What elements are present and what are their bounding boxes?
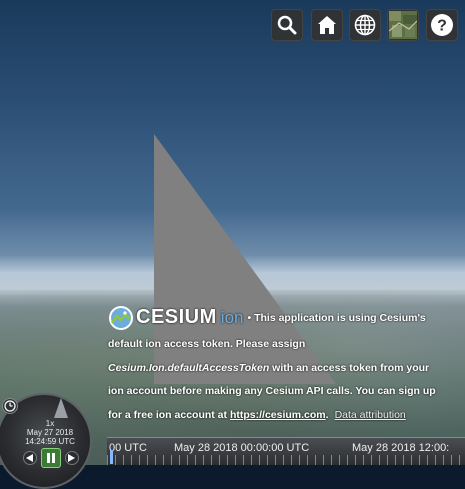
- access-token-name: Cesium.Ion.defaultAccessToken: [108, 361, 270, 374]
- credit-line-2: default ion access token. Please assign: [108, 338, 306, 350]
- credit-line-4: ion account before making any Cesium API…: [108, 385, 436, 397]
- credit-line-3-rest: with an access token from your: [269, 361, 430, 374]
- timeline-ticks: [107, 455, 465, 465]
- shuttle-ring-pointer[interactable]: [54, 398, 68, 418]
- credit-line-1: • This application is using Cesium's: [247, 311, 426, 324]
- credit-container: CESIUM ion • This application is using Ce…: [108, 303, 460, 427]
- pause-button[interactable]: [41, 448, 61, 468]
- cesium-logo-icon: [109, 306, 133, 330]
- timeline-labels: 00 UTC May 28 2018 00:00:00 UTC May 28 2…: [107, 442, 465, 456]
- timeline-label: May 28 2018 00:00:00 UTC: [174, 442, 310, 454]
- animation-readout: 1x May 27 2018 14:24:59 UTC: [10, 419, 90, 446]
- help-button[interactable]: ?: [426, 9, 458, 41]
- data-attribution-link[interactable]: Data attribution: [335, 409, 406, 421]
- base-layer-picker-button[interactable]: [387, 9, 419, 41]
- animation-time: 14:24:59 UTC: [25, 437, 75, 446]
- credit-line-5-pre: for a free ion account at: [108, 408, 230, 421]
- globe-icon: [354, 14, 376, 36]
- pause-icon: [47, 453, 55, 463]
- cesium-wordmark: CESIUM: [136, 306, 217, 329]
- timeline-label: 00 UTC: [109, 442, 147, 454]
- play-reverse-button[interactable]: [23, 451, 37, 465]
- search-icon: [277, 15, 297, 35]
- ion-wordmark: ion: [220, 308, 244, 328]
- clock-icon: [4, 400, 16, 412]
- home-button[interactable]: [311, 9, 343, 41]
- play-reverse-icon: [26, 454, 33, 462]
- animation-date: May 27 2018: [26, 428, 74, 437]
- play-forward-button[interactable]: [65, 451, 79, 465]
- animation-controls: [23, 448, 79, 468]
- play-forward-icon: [68, 454, 75, 462]
- cesium-link[interactable]: https://cesium.com: [230, 409, 326, 421]
- timeline-current-time-needle[interactable]: [110, 450, 113, 464]
- animation-speed: 1x: [45, 419, 55, 428]
- home-icon: [318, 16, 336, 34]
- question-mark-icon: ?: [431, 14, 453, 36]
- credit-line-5: for a free ion account at https://cesium…: [108, 404, 460, 428]
- realtime-clock-button[interactable]: [2, 398, 18, 414]
- scene-mode-button[interactable]: [349, 9, 381, 41]
- cesium-ion-logo[interactable]: CESIUM ion: [108, 303, 243, 333]
- satellite-imagery-icon: [389, 11, 417, 39]
- credit-line-5-post: .: [325, 408, 329, 421]
- search-button[interactable]: [271, 9, 303, 41]
- credit-line-3: Cesium.Ion.defaultAccessToken with an ac…: [108, 357, 460, 381]
- timeline[interactable]: 00 UTC May 28 2018 00:00:00 UTC May 28 2…: [107, 437, 465, 465]
- timeline-label: May 28 2018 12:00:: [352, 442, 450, 454]
- svg-text:?: ?: [437, 18, 447, 35]
